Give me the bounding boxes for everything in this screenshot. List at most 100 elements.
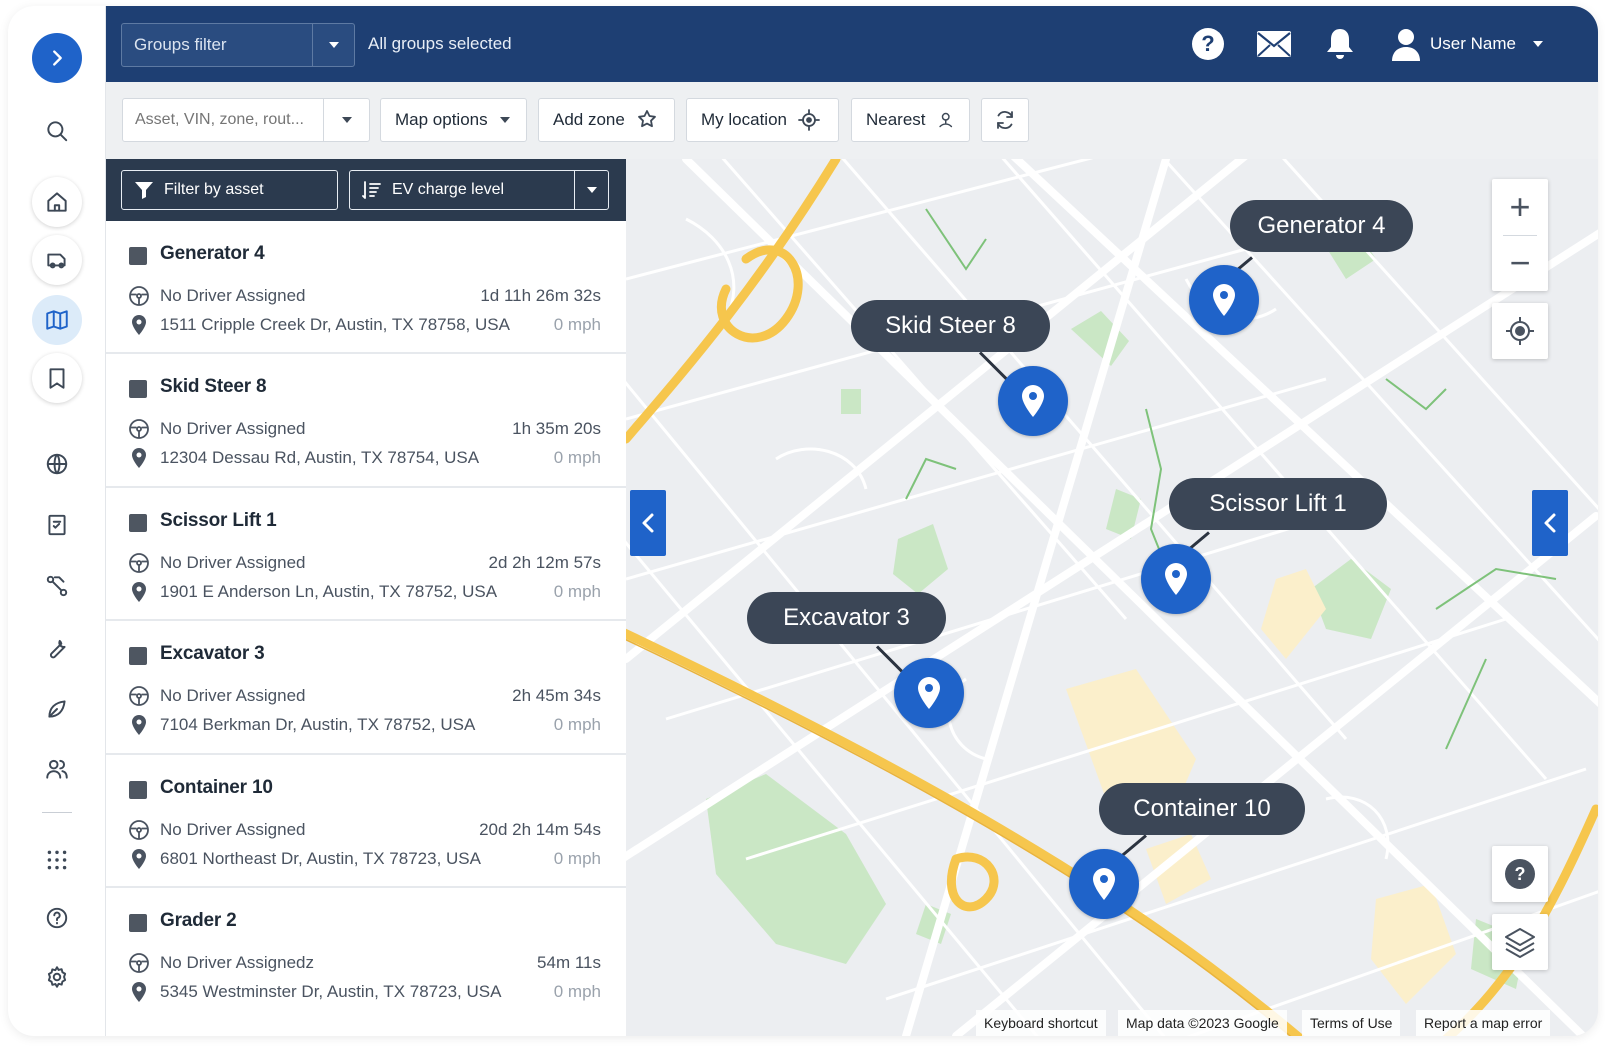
asset-map-marker[interactable] — [894, 658, 964, 728]
asset-driver: No Driver Assignedz — [160, 952, 315, 972]
asset-checkbox[interactable] — [129, 380, 147, 399]
nav-all-apps[interactable] — [32, 835, 82, 885]
nav-assets[interactable] — [32, 235, 82, 285]
asset-name: Skid Steer 8 — [160, 376, 267, 398]
asset-checkbox[interactable] — [129, 913, 147, 932]
caret-down-icon — [586, 187, 597, 193]
asset-speed: 0 mph — [553, 981, 601, 1001]
user-avatar[interactable] — [1388, 26, 1424, 62]
nav-reports[interactable] — [32, 500, 82, 550]
asset-checkbox[interactable] — [129, 647, 147, 666]
asset-list-item[interactable]: Container 10 No Driver Assigned 20d 2h 1… — [106, 755, 626, 888]
asset-list-item[interactable]: Skid Steer 8 No Driver Assigned 1h 35m 2… — [106, 354, 626, 488]
location-pin-icon — [128, 714, 150, 736]
steering-wheel-icon — [128, 552, 150, 574]
map-label-container-10[interactable]: Container 10 — [1099, 783, 1305, 835]
asset-address: 1511 Cripple Creek Dr, Austin, TX 78758,… — [160, 315, 510, 334]
filter-by-asset-button[interactable]: Filter by asset — [121, 170, 338, 210]
asset-list-item[interactable]: Grader 2 No Driver Assignedz 54m 11s 534… — [106, 888, 626, 1021]
asset-map-marker[interactable] — [998, 366, 1068, 436]
left-nav-rail — [8, 6, 106, 1036]
asset-list-item[interactable]: Excavator 3 No Driver Assigned 2h 45m 34… — [106, 621, 626, 755]
sort-label: EV charge level — [392, 181, 505, 198]
layers-icon — [1505, 928, 1535, 958]
zoom-out-button[interactable]: − — [1492, 235, 1548, 291]
map-label-skid-steer-8[interactable]: Skid Steer 8 — [851, 300, 1050, 352]
map-help-button[interactable]: ? — [1492, 846, 1548, 902]
center-location-button[interactable] — [1492, 303, 1548, 359]
nav-help[interactable] — [32, 893, 82, 943]
asset-list-item[interactable]: Generator 4 No Driver Assigned 1d 11h 26… — [106, 221, 626, 355]
map-label-generator-4[interactable]: Generator 4 — [1230, 200, 1413, 252]
nearest-button[interactable]: Nearest — [851, 98, 970, 142]
asset-checkbox[interactable] — [129, 247, 147, 265]
asset-search-input[interactable] — [123, 99, 323, 141]
nav-people[interactable] — [32, 744, 82, 794]
asset-address-row: 7104 Berkman Dr, Austin, TX 78752, USA 0… — [128, 714, 601, 736]
asset-address-row: 1901 E Anderson Ln, Austin, TX 78752, US… — [128, 581, 601, 603]
add-zone-label: Add zone — [553, 110, 625, 129]
nav-settings[interactable] — [32, 952, 82, 1002]
filter-by-asset-label: Filter by asset — [164, 181, 264, 198]
map-label-scissor-lift-1[interactable]: Scissor Lift 1 — [1169, 478, 1387, 530]
asset-name: Excavator 3 — [160, 643, 265, 665]
asset-list-item[interactable]: Scissor Lift 1 No Driver Assigned 2d 2h … — [106, 488, 626, 622]
asset-map-marker[interactable] — [1141, 544, 1211, 614]
asset-map-marker[interactable] — [1069, 849, 1139, 919]
terms-of-use-link[interactable]: Terms of Use — [1302, 1010, 1401, 1036]
location-pin-icon — [1022, 385, 1044, 417]
help-icon: ? — [1505, 859, 1535, 889]
nav-search[interactable] — [32, 106, 82, 156]
asset-address: 1901 E Anderson Ln, Austin, TX 78752, US… — [160, 581, 498, 601]
asset-driver: No Driver Assigned — [160, 686, 306, 706]
collapse-panel-button[interactable] — [630, 490, 666, 556]
steering-wheel-icon — [128, 952, 150, 974]
nav-routes[interactable] — [32, 561, 82, 611]
my-location-button[interactable]: My location — [686, 98, 839, 142]
crosshair-icon — [798, 109, 820, 131]
refresh-button[interactable] — [981, 98, 1029, 142]
location-pin-icon — [1165, 563, 1187, 595]
sort-dropdown-arrow[interactable] — [574, 171, 608, 209]
asset-checkbox[interactable] — [129, 780, 147, 799]
apps-grid-icon — [47, 850, 67, 870]
expand-right-panel-button[interactable] — [1532, 490, 1568, 556]
sort-dropdown[interactable]: EV charge level — [349, 170, 609, 210]
map-options-button[interactable]: Map options — [380, 98, 527, 142]
keyboard-shortcut-link[interactable]: Keyboard shortcut — [976, 1010, 1106, 1036]
asset-driver-row: No Driver Assigned 1d 11h 26m 32s — [128, 285, 601, 307]
steering-wheel-icon — [128, 685, 150, 707]
asset-speed: 0 mph — [553, 581, 601, 601]
sort-button[interactable]: EV charge level — [350, 180, 574, 200]
nav-sustainability[interactable] — [32, 684, 82, 734]
map-label-excavator-3[interactable]: Excavator 3 — [747, 592, 946, 644]
header-messages-button[interactable] — [1256, 26, 1292, 62]
add-zone-button[interactable]: Add zone — [538, 98, 675, 142]
nav-home[interactable] — [32, 177, 82, 227]
header-help-button[interactable]: ? — [1190, 26, 1226, 62]
wrench-icon — [50, 639, 66, 659]
location-pin-icon — [128, 314, 150, 336]
expand-nav-button[interactable] — [32, 33, 82, 83]
zoom-in-button[interactable]: + — [1492, 179, 1548, 235]
report-map-error-link[interactable]: Report a map error — [1416, 1010, 1551, 1036]
nav-bookmarks[interactable] — [32, 353, 82, 403]
nav-zones[interactable] — [32, 439, 82, 489]
map-data-attribution: Map data ©2023 Google — [1118, 1010, 1287, 1036]
rail-divider — [42, 812, 72, 813]
asset-search-dropdown[interactable] — [323, 99, 369, 141]
my-location-label: My location — [701, 110, 787, 129]
zone-star-icon — [637, 110, 656, 128]
nav-map[interactable] — [32, 295, 82, 345]
user-name-menu[interactable]: User Name — [1430, 34, 1516, 54]
asset-driver-row: No Driver Assignedz 54m 11s — [128, 952, 601, 974]
asset-map-marker[interactable] — [1189, 265, 1259, 335]
header-notifications-button[interactable] — [1322, 26, 1358, 62]
map-layers-button[interactable] — [1492, 914, 1548, 970]
asset-checkbox[interactable] — [129, 513, 147, 532]
groups-filter-arrow[interactable] — [312, 24, 354, 66]
nav-maintenance[interactable] — [32, 623, 82, 673]
groups-filter-dropdown[interactable]: Groups filter — [121, 23, 355, 67]
user-caret-down-icon[interactable] — [1533, 41, 1543, 47]
map-view[interactable]: Generator 4 Skid Steer 8 Scissor Lift 1 … — [626, 159, 1598, 1036]
